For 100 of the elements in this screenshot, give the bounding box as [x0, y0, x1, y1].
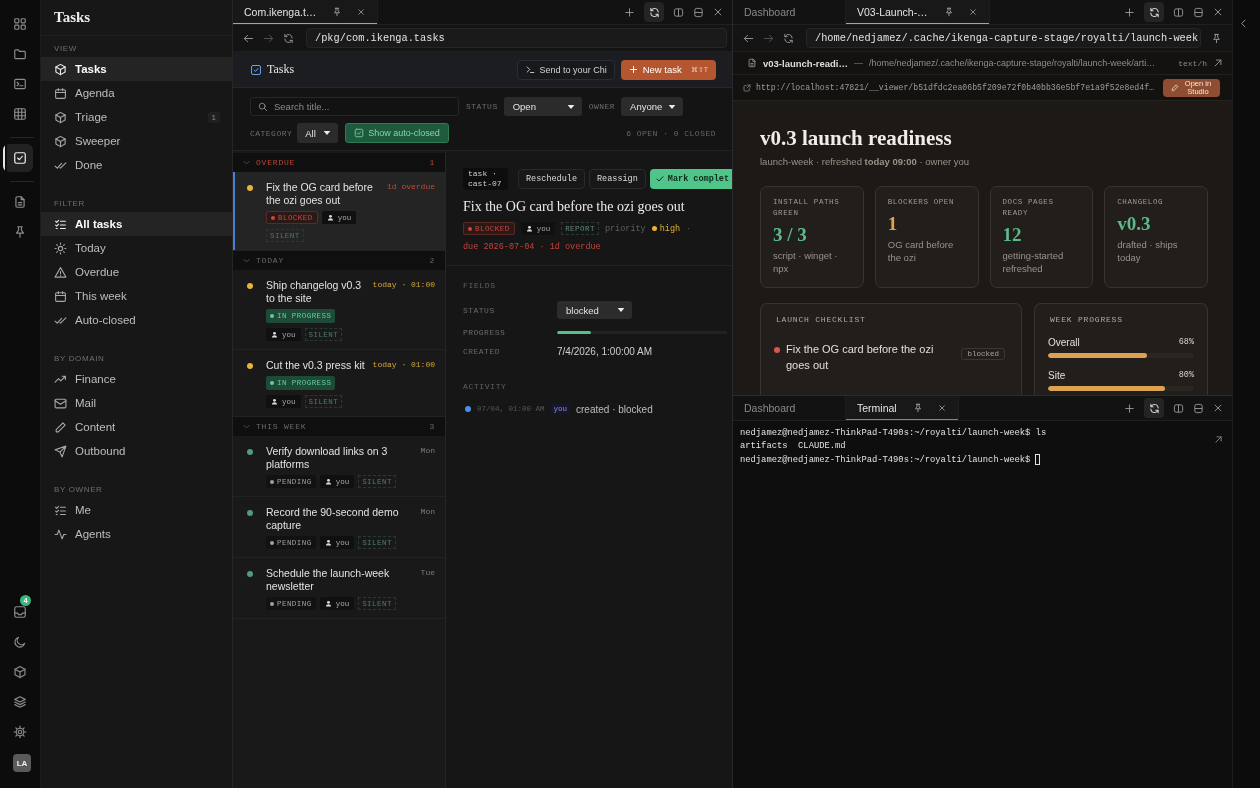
- group-header[interactable]: OVERDUE 1: [233, 153, 445, 172]
- sidebar-item[interactable]: Sweeper: [41, 129, 232, 153]
- address-field[interactable]: /home/nedjamez/.cache/ikenga-capture-stage/royalti/launch-week: [806, 28, 1201, 48]
- sidebar-item[interactable]: Triage 1: [41, 105, 232, 129]
- plus-icon[interactable]: [624, 6, 635, 18]
- checkbox-icon: [354, 128, 365, 138]
- refresh-icon[interactable]: [783, 32, 794, 44]
- close-icon[interactable]: [937, 404, 946, 412]
- layers-icon: [13, 695, 27, 709]
- search-field[interactable]: Search title...: [250, 97, 459, 116]
- status-select[interactable]: Open: [503, 97, 582, 116]
- tab[interactable]: Terminal: [846, 396, 959, 420]
- filter-label: STATUS: [466, 102, 498, 111]
- tab[interactable]: V03-Launch-…: [846, 0, 990, 24]
- sidebar-item[interactable]: Outbound: [41, 439, 232, 463]
- owner-select[interactable]: Anyone: [621, 97, 684, 116]
- tab[interactable]: Com.ikenga.t…: [233, 0, 379, 24]
- sidebar-item[interactable]: Finance: [41, 367, 232, 391]
- sidebar-item[interactable]: Today: [41, 236, 232, 260]
- refresh-button[interactable]: [1144, 2, 1164, 22]
- split-rows-icon[interactable]: [1193, 6, 1204, 18]
- split-rows-icon[interactable]: [1193, 402, 1204, 414]
- user-icon: [525, 225, 533, 232]
- settings-icon: [13, 725, 27, 739]
- status-dot: [270, 601, 274, 606]
- sidebar-item[interactable]: Done: [41, 153, 232, 177]
- back-icon[interactable]: [743, 32, 754, 44]
- address-field[interactable]: /pkg/com.ikenga.tasks: [306, 28, 727, 48]
- search-icon: [258, 101, 268, 112]
- due-label: Mon: [420, 445, 435, 456]
- sidebar-item[interactable]: Tasks: [41, 57, 232, 81]
- grid-icon: [13, 17, 27, 31]
- pulse-icon: [54, 527, 67, 541]
- due-label: 1d overdue: [387, 181, 435, 192]
- calendar-icon: [54, 289, 67, 303]
- sidebar-item[interactable]: This week: [41, 284, 232, 308]
- close-icon[interactable]: [357, 8, 366, 16]
- close-icon[interactable]: [713, 7, 723, 17]
- sidebar-item[interactable]: Me: [41, 498, 232, 522]
- split-columns-icon[interactable]: [1173, 6, 1184, 18]
- priority-value: high: [659, 223, 681, 234]
- action-button[interactable]: Reassign: [589, 169, 646, 189]
- pin-icon[interactable]: [1211, 32, 1222, 44]
- sidebar-item[interactable]: Auto-closed: [41, 308, 232, 332]
- auto-closed-toggle[interactable]: Show auto-closed: [345, 123, 449, 143]
- avatar[interactable]: LA: [13, 754, 31, 772]
- plus-icon[interactable]: [1124, 6, 1135, 18]
- stat-note: getting-started refreshed: [1002, 249, 1065, 275]
- stat-note: script · winget · npx: [773, 249, 839, 275]
- chevron-left-icon[interactable]: [1239, 19, 1248, 28]
- group-count: 3: [429, 422, 435, 431]
- pin-icon[interactable]: [332, 7, 343, 17]
- sidebar-item[interactable]: Agenda: [41, 81, 232, 105]
- status-dot: [270, 540, 274, 545]
- card-heading: WEEK PROGRESS: [1049, 315, 1124, 325]
- sidebar-item[interactable]: All tasks: [41, 212, 232, 236]
- due-label: Tue: [420, 567, 435, 578]
- field-label: PROGRESS: [463, 327, 507, 337]
- status-dot: [270, 479, 274, 484]
- progress-value: 68%: [1178, 337, 1194, 347]
- complete-button[interactable]: Mark complet: [649, 169, 732, 189]
- rail-button[interactable]: [3, 144, 33, 172]
- close-icon[interactable]: [1213, 7, 1223, 17]
- task-id: task · cast-07: [463, 168, 508, 190]
- pin-icon[interactable]: [912, 403, 923, 413]
- pane-title: Tasks: [267, 62, 295, 77]
- refresh-button[interactable]: [1144, 398, 1164, 418]
- card-heading: LAUNCH CHECKLIST: [775, 315, 867, 325]
- sidebar-item[interactable]: Content: [41, 415, 232, 439]
- split-columns-icon[interactable]: [673, 6, 684, 18]
- refresh-icon[interactable]: [283, 32, 294, 44]
- arrow-up-right-icon[interactable]: [1214, 435, 1223, 444]
- group-header[interactable]: TODAY 2: [233, 251, 445, 270]
- document-icon: [13, 195, 27, 209]
- send-button[interactable]: Send to your Chi: [516, 59, 615, 80]
- refresh-button[interactable]: [644, 2, 664, 22]
- sidebar-item[interactable]: Agents: [41, 522, 232, 546]
- terminal-line: nedjamez@nedjamez-ThinkPad-T490s:~/royalti/launch-week$: [740, 454, 1031, 465]
- back-icon[interactable]: [243, 32, 254, 44]
- pin-icon[interactable]: [943, 7, 954, 17]
- sidebar-title: Tasks: [54, 9, 91, 26]
- viewer-url[interactable]: http://localhost:47821/__viewer/b51dfdc2ea06b5f209e72f0b40bb36e5bf7e1a9f52e8ed4f…: [756, 83, 1158, 92]
- plus-icon[interactable]: [1124, 402, 1135, 414]
- pencil-icon: [1171, 83, 1179, 92]
- check-icon: [655, 175, 664, 183]
- sidebar-item[interactable]: Mail: [41, 391, 232, 415]
- split-columns-icon[interactable]: [1173, 402, 1184, 414]
- close-icon[interactable]: [968, 8, 977, 16]
- action-button[interactable]: Reschedule: [518, 169, 585, 189]
- checklist-icon: [54, 503, 67, 517]
- category-select[interactable]: All: [297, 123, 339, 143]
- doc-subtitle: launch-week · refreshed today 09:00 · owner you: [760, 155, 971, 169]
- status-select[interactable]: blocked: [557, 301, 632, 319]
- close-icon[interactable]: [1213, 403, 1223, 413]
- terminal-line: nedjamez@nedjamez-ThinkPad-T490s:~/royalti/launch-week$ ls: [740, 427, 1047, 438]
- split-rows-icon[interactable]: [693, 6, 704, 18]
- arrow-up-right-icon[interactable]: [1213, 58, 1223, 68]
- terminal-line: artifacts CLAUDE.md: [740, 441, 846, 452]
- sidebar-item[interactable]: Overdue: [41, 260, 232, 284]
- group-header[interactable]: THIS WEEK 3: [233, 417, 445, 436]
